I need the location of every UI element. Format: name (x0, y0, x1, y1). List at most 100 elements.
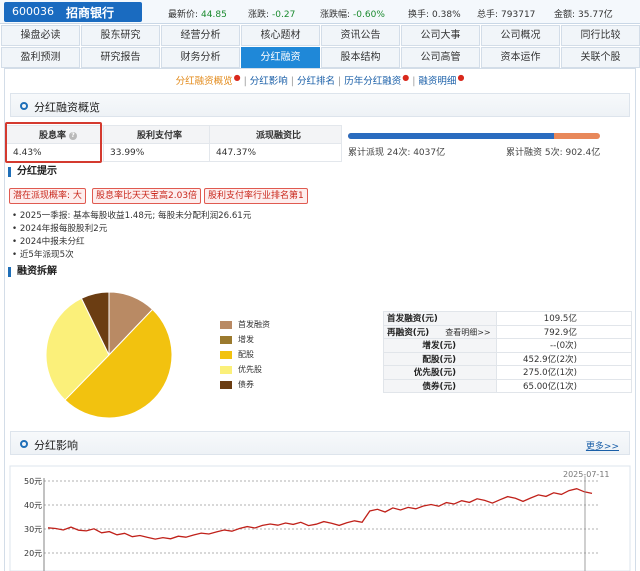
financing-value: --(0次) (496, 338, 632, 353)
quote-item: 总手: 793717 (477, 7, 535, 20)
nav-item[interactable]: 盈利预测 (1, 47, 80, 68)
legend-item: 债券 (220, 379, 254, 390)
tip-note-1: • 2025一季报: 基本每股收益1.48元; 每股未分配利润26.61元 (12, 211, 252, 221)
sub-tab[interactable]: 分红影响 (250, 73, 288, 87)
nav-item[interactable]: 分红融资 (241, 47, 320, 68)
sub-tab[interactable]: 融资明细● (418, 73, 464, 87)
legend-label: 债券 (238, 380, 254, 389)
nav-item[interactable]: 财务分析 (161, 47, 240, 68)
new-dot-icon: ● (233, 73, 241, 82)
legend-label: 配股 (238, 350, 254, 359)
financing-key: 增发(元) (383, 338, 497, 353)
metric-value-payout: 33.99% (103, 143, 210, 162)
legend-item: 首发融资 (220, 319, 270, 330)
quote-label: 涨跌: (248, 10, 270, 20)
legend-item: 优先股 (220, 364, 262, 375)
crosshair-date-label: 2025-07-11 (563, 470, 610, 479)
overview-title: 分红融资概览 (34, 101, 100, 114)
nav-item[interactable]: 同行比较 (561, 25, 640, 46)
new-dot-icon: ● (457, 73, 465, 82)
table-row: 配股(元) 452.9亿(2次) (383, 351, 632, 366)
financing-value: 65.00亿(1次) (496, 378, 632, 393)
legend-swatch (220, 350, 232, 359)
quote-value: 793717 (501, 10, 536, 20)
financing-key: 债券(元) (383, 378, 497, 393)
nav-item[interactable]: 股本结构 (321, 47, 400, 68)
section-bullet-icon (20, 102, 28, 110)
cumulative-financing-text: 累计融资 5次: 902.4亿 (506, 148, 601, 158)
legend-swatch (220, 365, 232, 374)
nav-item[interactable]: 核心题材 (241, 25, 320, 46)
table-row: 再融资(元) 查看明细>> 792.9亿 (383, 324, 632, 339)
sub-tabs: 分红融资概览● | 分红影响 | 分红排名 | 历年分红融资● | 融资明细● (0, 73, 640, 87)
section-bullet-icon (20, 440, 28, 448)
nav-item[interactable]: 操盘必读 (1, 25, 80, 46)
nav-item[interactable]: 资讯公告 (321, 25, 400, 46)
more-link[interactable]: 更多>> (586, 439, 619, 452)
y-tick-label: 30元 (24, 525, 42, 534)
legend-swatch (220, 320, 232, 329)
quote-label: 总手: (477, 10, 499, 20)
nav-item[interactable]: 研究报告 (81, 47, 160, 68)
highlight-box (5, 122, 102, 163)
stock-tag[interactable]: 600036 招商银行 (4, 2, 142, 22)
quote-item: 金额: 35.77亿 (554, 7, 613, 20)
tip-note-3: • 2024中报未分红 (12, 237, 85, 247)
sub-tab[interactable]: 历年分红融资● (344, 73, 409, 87)
nav-item[interactable]: 公司高管 (401, 47, 480, 68)
sub-tab[interactable]: 分红融资概览● (176, 73, 241, 87)
quote-value: -0.60% (353, 10, 385, 20)
tip-tag-1[interactable]: 潜在派现概率: 大 (9, 188, 86, 204)
new-dot-icon: ● (402, 73, 410, 82)
tip-tag-2[interactable]: 股息率比天天宝高2.03倍 (92, 188, 202, 204)
financing-key: 再融资(元) 查看明细>> (383, 324, 497, 339)
quote-header: 600036 招商银行 最新价: 44.85 涨跌: -0.27 涨跌幅: -0.60% 换… (0, 0, 640, 24)
quote-label: 换手: (408, 10, 430, 20)
dividend-bar-fill (348, 133, 554, 139)
quote-label: 涨跌幅: (320, 10, 351, 20)
table-row: 优先股(元) 275.0亿(1次) (383, 365, 632, 380)
nav-item[interactable]: 资本运作 (481, 47, 560, 68)
table-row: 首发融资(元) 109.5亿 (383, 311, 632, 326)
financing-table: 首发融资(元) 109.5亿 再融资(元) 查看明细>> 792.9亿 增发(元) --(0… (383, 311, 632, 393)
view-detail-link[interactable]: 查看明细>> (445, 328, 490, 337)
dividend-financing-bar (348, 133, 600, 139)
price-line-chart: 50元 40元 30元 20元 2025-07-11 (9, 465, 631, 571)
stock-code: 600036 (12, 5, 54, 18)
nav-item[interactable]: 公司概况 (481, 25, 560, 46)
quote-value: -0.27 (272, 10, 296, 20)
y-tick-label: 50元 (24, 477, 42, 486)
quote-value: 0.38% (432, 10, 461, 20)
tab-separator: | (290, 76, 294, 87)
financing-title: 融资拆解 (8, 267, 57, 277)
quote-value: 44.85 (201, 10, 227, 20)
metric-value-ratio: 447.37% (209, 143, 342, 162)
nav-item[interactable]: 公司大事 (401, 25, 480, 46)
quote-item: 涨跌幅: -0.60% (320, 7, 385, 20)
y-tick-label: 40元 (24, 501, 42, 510)
sub-tab[interactable]: 分红排名 (297, 73, 335, 87)
legend-swatch (220, 380, 232, 389)
tip-note-4: • 近5年派现5次 (12, 250, 74, 260)
nav-item[interactable]: 经营分析 (161, 25, 240, 46)
metric-header-ratio: 派现融资比 (209, 125, 342, 144)
cumulative-dividend-text: 累计派现 24次: 4037亿 (348, 148, 446, 158)
nav-item[interactable]: 股东研究 (81, 25, 160, 46)
legend-swatch (220, 335, 232, 344)
nav-item[interactable]: 关联个股 (561, 47, 640, 68)
legend-label: 首发融资 (238, 320, 270, 329)
financing-key: 优先股(元) (383, 365, 497, 380)
quote-item: 涨跌: -0.27 (248, 7, 295, 20)
tips-title: 分红提示 (8, 167, 57, 177)
legend-label: 增发 (238, 335, 254, 344)
table-row: 债券(元) 65.00亿(1次) (383, 378, 632, 393)
financing-key: 配股(元) (383, 351, 497, 366)
main-nav: 操盘必读 股东研究 经营分析 核心题材 资讯公告 公司大事 公司概况 同行比较盈利预测 研究报告… (0, 24, 640, 68)
tip-tag-3[interactable]: 股利支付率行业排名第1 (204, 188, 308, 204)
financing-key: 首发融资(元) (383, 311, 497, 326)
table-row: 增发(元) --(0次) (383, 338, 632, 353)
financing-value: 109.5亿 (496, 311, 632, 326)
quote-item: 换手: 0.38% (408, 7, 461, 20)
quote-label: 最新价: (168, 10, 199, 20)
quote-value: 35.77亿 (578, 10, 613, 20)
